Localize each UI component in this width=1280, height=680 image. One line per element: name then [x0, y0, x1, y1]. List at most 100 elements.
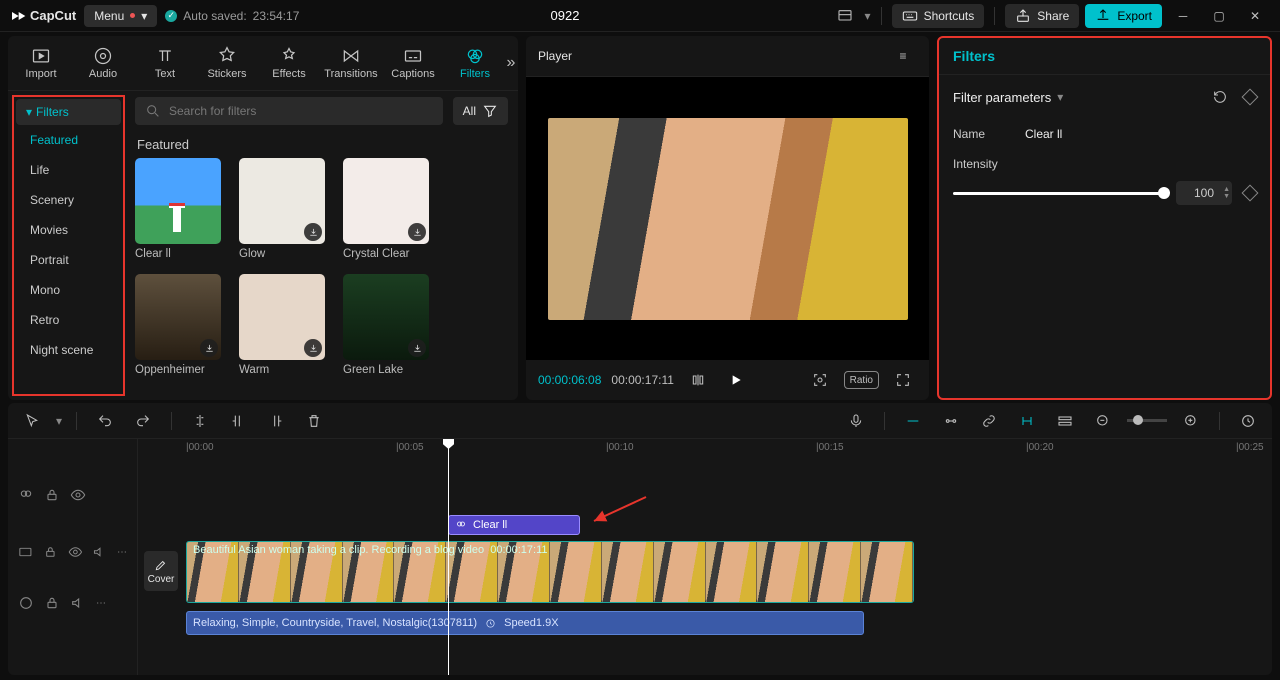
- track-more-icon[interactable]: ⋯: [96, 598, 106, 609]
- zoom-slider[interactable]: [1127, 419, 1167, 422]
- window-minimize[interactable]: ─: [1168, 9, 1198, 23]
- tab-stickers[interactable]: Stickers: [196, 40, 258, 86]
- download-icon[interactable]: [408, 223, 426, 241]
- project-title[interactable]: 0922: [307, 8, 822, 23]
- fit-timeline-icon[interactable]: [1234, 409, 1262, 433]
- download-icon[interactable]: [200, 339, 218, 357]
- share-button[interactable]: Share: [1005, 4, 1079, 28]
- download-icon[interactable]: [408, 339, 426, 357]
- split-button[interactable]: [186, 409, 214, 433]
- filter-clip[interactable]: Clear ll: [448, 515, 580, 535]
- link-icon[interactable]: [975, 409, 1003, 433]
- video-clip[interactable]: Beautiful Asian woman taking a clip. Rec…: [186, 541, 914, 603]
- tab-label: Import: [25, 68, 56, 80]
- tab-filters[interactable]: Filters: [444, 40, 506, 86]
- tabs-more[interactable]: »: [506, 40, 516, 86]
- value-stepper[interactable]: ▲▼: [1223, 186, 1230, 200]
- redo-button[interactable]: [129, 409, 157, 433]
- divider: [881, 7, 882, 25]
- sidebar-item-featured[interactable]: Featured: [16, 125, 121, 155]
- keyframe-diamond-icon[interactable]: [1242, 89, 1259, 106]
- window-maximize[interactable]: ▢: [1204, 9, 1234, 23]
- annotation-arrow: [588, 495, 648, 525]
- download-icon[interactable]: [304, 339, 322, 357]
- mic-icon[interactable]: [842, 409, 870, 433]
- trim-right-button[interactable]: [262, 409, 290, 433]
- video-track-icon[interactable]: [18, 544, 33, 560]
- lock-icon[interactable]: [43, 544, 58, 560]
- timeline-tracks[interactable]: |00:00 |00:05 |00:10 |00:15 |00:20 |00:2…: [138, 439, 1272, 675]
- chevron-down-icon[interactable]: ▾: [56, 414, 62, 428]
- timeline-ruler[interactable]: |00:00 |00:05 |00:10 |00:15 |00:20 |00:2…: [138, 439, 1272, 461]
- chevron-down-icon[interactable]: ▾: [865, 9, 871, 23]
- filter-card-green-lake[interactable]: Green Lake: [343, 274, 429, 376]
- layout-icon[interactable]: [831, 4, 859, 28]
- export-button[interactable]: Export: [1085, 4, 1162, 28]
- mute-icon[interactable]: [70, 595, 86, 611]
- filter-all-button[interactable]: All: [453, 97, 508, 125]
- filter-track-icon[interactable]: [18, 487, 34, 503]
- sidebar-item-portrait[interactable]: Portrait: [16, 245, 121, 275]
- sidebar-item-mono[interactable]: Mono: [16, 275, 121, 305]
- filter-card-glow[interactable]: Glow: [239, 158, 325, 260]
- eye-icon[interactable]: [68, 544, 83, 560]
- sidebar-item-retro[interactable]: Retro: [16, 305, 121, 335]
- fullscreen-icon[interactable]: [889, 368, 917, 392]
- name-value: Clear ll: [1025, 127, 1062, 141]
- tab-effects[interactable]: Effects: [258, 40, 320, 86]
- snap-icon[interactable]: [937, 409, 965, 433]
- chevron-down-icon[interactable]: ▾: [1057, 90, 1063, 104]
- sidebar-item-movies[interactable]: Movies: [16, 215, 121, 245]
- window-close[interactable]: ✕: [1240, 9, 1270, 23]
- delete-button[interactable]: [300, 409, 328, 433]
- lock-icon[interactable]: [44, 487, 60, 503]
- track-display-icon[interactable]: [1051, 409, 1079, 433]
- cover-button[interactable]: Cover: [144, 551, 178, 591]
- tab-transitions[interactable]: Transitions: [320, 40, 382, 86]
- sidebar-item-life[interactable]: Life: [16, 155, 121, 185]
- filter-card-clear-ii[interactable]: Clear ll: [135, 158, 221, 260]
- keyframe-diamond-icon[interactable]: [1242, 185, 1259, 202]
- inspector-tab[interactable]: Filters: [939, 38, 1270, 75]
- eye-icon[interactable]: [70, 487, 86, 503]
- zoom-out-icon[interactable]: [1089, 409, 1117, 433]
- sidebar-heading[interactable]: ▾Filters: [16, 99, 121, 125]
- filter-card-crystal-clear[interactable]: Crystal Clear: [343, 158, 429, 260]
- pencil-icon: [154, 558, 168, 572]
- intensity-value-input[interactable]: 100 ▲▼: [1176, 181, 1232, 205]
- playhead[interactable]: [448, 439, 449, 675]
- mute-icon[interactable]: [92, 544, 107, 560]
- menu-button[interactable]: Menu ▾: [84, 5, 157, 27]
- selection-tool[interactable]: [18, 409, 46, 433]
- track-more-icon[interactable]: ⋯: [117, 547, 127, 558]
- compare-icon[interactable]: [684, 368, 712, 392]
- audio-track-icon[interactable]: [18, 595, 34, 611]
- trim-left-button[interactable]: [224, 409, 252, 433]
- filter-card-warm[interactable]: Warm: [239, 274, 325, 376]
- shortcuts-button[interactable]: Shortcuts: [892, 4, 985, 28]
- undo-button[interactable]: [91, 409, 119, 433]
- intensity-slider[interactable]: [953, 192, 1164, 195]
- tab-audio[interactable]: Audio: [72, 40, 134, 86]
- download-icon[interactable]: [304, 223, 322, 241]
- scan-icon[interactable]: [806, 368, 834, 392]
- topbar: CapCut Menu ▾ ✓ Auto saved: 23:54:17 092…: [0, 0, 1280, 32]
- tab-text[interactable]: Text: [134, 40, 196, 86]
- tab-captions[interactable]: Captions: [382, 40, 444, 86]
- preview-axis-icon[interactable]: [1013, 409, 1041, 433]
- reset-icon[interactable]: [1206, 85, 1234, 109]
- lock-icon[interactable]: [44, 595, 60, 611]
- audio-clip[interactable]: Relaxing, Simple, Countryside, Travel, N…: [186, 611, 864, 635]
- tab-import[interactable]: Import: [10, 40, 72, 86]
- ratio-button[interactable]: Ratio: [844, 371, 879, 389]
- slider-knob[interactable]: [1158, 187, 1170, 199]
- player-viewport[interactable]: [526, 77, 929, 360]
- filter-card-oppenheimer[interactable]: Oppenheimer: [135, 274, 221, 376]
- sidebar-item-night-scene[interactable]: Night scene: [16, 335, 121, 365]
- play-button[interactable]: [722, 368, 750, 392]
- magnet-on-icon[interactable]: [899, 409, 927, 433]
- zoom-in-icon[interactable]: [1177, 409, 1205, 433]
- player-menu-icon[interactable]: ≡: [889, 44, 917, 68]
- search-input[interactable]: Search for filters: [135, 97, 443, 125]
- sidebar-item-scenery[interactable]: Scenery: [16, 185, 121, 215]
